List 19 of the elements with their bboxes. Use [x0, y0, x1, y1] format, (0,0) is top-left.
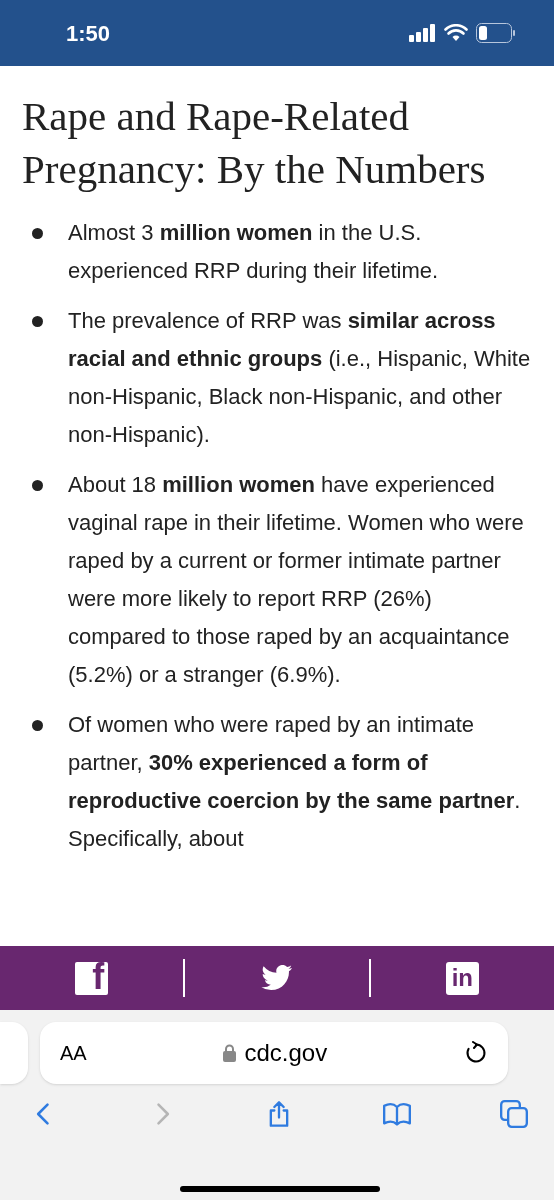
bullet-text: The prevalence of RRP was similar across racial and ethnic groups (i.e., Hispanic, White non-Hispanic, Black non-Hispanic, and other non-Hispanic). — [68, 307, 532, 449]
text-size-button[interactable]: AA — [60, 1038, 87, 1068]
book-icon[interactable] — [382, 1100, 411, 1128]
linkedin-share-button[interactable]: in — [445, 961, 479, 995]
lock-icon — [223, 1044, 237, 1062]
wifi-icon — [444, 24, 468, 42]
signal-icon — [409, 24, 436, 42]
reload-icon[interactable] — [464, 1041, 488, 1065]
url-domain: cdc.gov — [244, 1038, 328, 1068]
facebook-share-button[interactable]: f — [75, 961, 109, 995]
tabs-icon[interactable] — [500, 1100, 528, 1128]
bullet-text: About 18 million women have experienced vaginal rape in their lifetime. Women who were raped by a current or former intimate partner were more likely to report RRP (26%) compared to those raped by an acquaintance (5.2%) or a stranger (6.9%). — [68, 471, 525, 689]
bullet-text: Almost 3 million women in the U.S. experienced RRP during their lifetime. — [68, 219, 440, 285]
battery-icon — [476, 23, 516, 43]
clock-time: 1:50 — [66, 19, 111, 48]
bird-icon[interactable] — [261, 965, 293, 991]
page-title: Rape and Rape-Related Pregnancy: By the Numbers — [22, 92, 487, 194]
address-bar[interactable]: AA cdc.gov — [40, 1022, 508, 1084]
bullet-text: Of women who were raped by an intimate partner, 30% experienced a form of reproductive coercion by the same partner. Specifically, about — [68, 711, 522, 853]
